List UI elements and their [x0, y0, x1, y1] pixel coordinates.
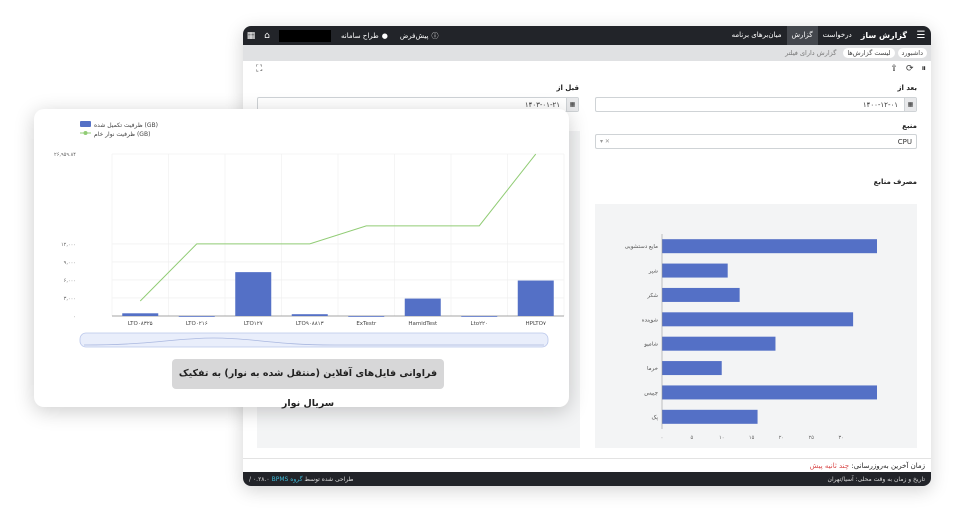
hbar-tick-label: ۵	[691, 435, 694, 441]
hbar-category-label: شوینده	[642, 317, 659, 323]
breadcrumb-report-list[interactable]: لیست گزارش‌ها	[843, 48, 895, 58]
user-icon: ●	[381, 31, 388, 40]
y-tick-label: ۲۶,۹۵۹.۸۴	[54, 152, 76, 158]
x-tick-label: LTO۱۲۷	[244, 321, 263, 327]
hbar-category-label: چیپس	[644, 390, 658, 396]
tape-bar	[122, 313, 159, 316]
x-tick-label: LTO۰۲۱۶	[186, 321, 208, 327]
chart-caption: فراوانی فایل‌های آفلاین (منتقل شده به نو…	[172, 359, 444, 409]
legend-line-marker	[83, 131, 88, 135]
calendar-icon[interactable]: ▦	[904, 98, 916, 111]
menu-item-shortcuts[interactable]: میان‌برهای برنامه	[727, 26, 787, 45]
tape-bar	[178, 316, 215, 317]
y-tick-label: ۱۲,۰۰۰	[61, 242, 76, 248]
last-refresh: زمان آخرین به‌روزرسانی: چند ثانیه پیش	[243, 458, 931, 472]
hbar-bar	[662, 409, 758, 424]
hbar-bar	[662, 336, 776, 351]
legend-line-label: ظرفیت نوار خام (GB)	[94, 131, 150, 138]
source-select[interactable]: CPU ✕ ▾	[595, 134, 917, 149]
hbar-bar	[662, 361, 722, 376]
before-date-value: ۱۴۰۳-۰۱-۲۱	[524, 100, 560, 109]
hbar-bar	[662, 312, 854, 327]
refresh-icon[interactable]: ⟳	[906, 64, 914, 74]
app-brand: گزارش ساز	[860, 31, 907, 40]
hbar-category-label: پک	[652, 414, 659, 421]
fullscreen-icon[interactable]: ⛶	[256, 64, 262, 74]
user-menu[interactable]: ● طراح سامانه	[335, 32, 394, 40]
after-label: بعد از	[897, 84, 918, 92]
x-tick-label: Lto۲۲۰	[471, 321, 488, 327]
after-date-field[interactable]: ۱۴۰۰-۱۲-۰۱ ▦	[595, 97, 917, 112]
default-selector[interactable]: ⓘ پیش‌فرض	[394, 31, 445, 41]
last-refresh-label: زمان آخرین به‌روزرسانی:	[851, 462, 925, 470]
y-tick-label: ۶,۰۰۰	[64, 278, 76, 284]
source-value: CPU	[897, 137, 912, 146]
source-label: منبع	[902, 122, 917, 130]
hbar-tick-label: ۱۵	[749, 435, 755, 441]
hbar-tick-label: ۲۵	[809, 435, 815, 441]
legend-bar-label: ظرفیت تکمیل شده (GB)	[94, 122, 158, 129]
company-link[interactable]: گروه BPMS	[272, 476, 303, 483]
apps-grid-icon[interactable]: ▦	[243, 31, 259, 41]
tape-chart-card: ظرفیت تکمیل شده (GB) ظرفیت نوار خام (GB) ۰…	[34, 109, 569, 409]
toolbar: ⏸ ⟳ ⇪ ⛶	[243, 62, 931, 76]
footer-bar: تاریخ و زمان به وقت محلی: آسیا/تهران طرا…	[243, 472, 931, 486]
hbar-category-label: شیر	[648, 269, 659, 275]
breadcrumb: داشبورد لیست گزارش‌ها گزارش دارای فیلتر	[243, 45, 931, 61]
hbar-tick-label: ۲۰	[779, 435, 784, 441]
redacted-box	[279, 29, 331, 42]
x-tick-label: HPLTO۷	[526, 321, 546, 327]
share-icon[interactable]: ⇪	[890, 64, 898, 74]
tape-bar	[461, 316, 498, 317]
tape-chart-svg: ظرفیت تکمیل شده (GB) ظرفیت نوار خام (GB) ۰…	[54, 121, 565, 348]
user-name: طراح سامانه	[341, 31, 379, 40]
tape-bar	[348, 316, 385, 317]
hbar-tick-label: ۱۰	[719, 435, 724, 441]
resource-usage-chart: پک چیپس خرما شامپو شوینده شکر شیر مایع دستشویی ۰…	[595, 204, 917, 448]
x-tick-label: HamidTest	[408, 321, 438, 327]
hbar-bar	[662, 287, 740, 302]
top-navbar: ☰ گزارش ساز درخواست گزارش میان‌برهای برن…	[243, 26, 931, 45]
y-tick-label: ۳,۰۰۰	[64, 296, 76, 302]
tape-bar	[291, 314, 328, 316]
hbar-bar	[662, 385, 877, 400]
x-tick-label: LTO۹۰۸۸۱۳	[296, 321, 324, 327]
home-icon[interactable]: ⌂	[259, 31, 275, 41]
x-tick-label: LTO۰۸۳۲۵	[128, 321, 153, 327]
hbar-bar	[662, 239, 877, 254]
clear-and-dropdown-icon[interactable]: ✕ ▾	[600, 138, 610, 145]
legend-bar-swatch	[80, 121, 91, 127]
y-tick-label: ۹,۰۰۰	[64, 260, 76, 266]
hbar-category-label: خرما	[647, 366, 658, 372]
designed-by: طراحی شده توسط	[304, 475, 354, 483]
tape-bar	[517, 280, 554, 316]
before-label: قبل از	[556, 84, 579, 92]
menu-item-request[interactable]: درخواست	[818, 26, 857, 45]
breadcrumb-dashboard[interactable]: داشبورد	[897, 48, 927, 58]
y-tick-label: ۰	[73, 314, 76, 320]
version: ۰.۲۸.۰ /	[249, 475, 270, 483]
hbar-tick-label: ۳۰	[838, 435, 843, 441]
hbar-category-label: شکر	[646, 292, 658, 299]
breadcrumb-current: گزارش دارای فیلتر	[785, 49, 837, 57]
last-refresh-value: چند ثانیه پیش	[809, 462, 850, 470]
tape-bar	[404, 298, 441, 316]
pause-icon[interactable]: ⏸	[921, 64, 926, 74]
tape-bar	[235, 272, 272, 316]
hbar-category-label: شامپو	[643, 342, 658, 348]
hbar-tick-label: ۰	[661, 435, 664, 441]
section-title: مصرف منابع	[873, 178, 917, 186]
x-tick-label: ExTestr	[356, 321, 377, 327]
after-date-value: ۱۴۰۰-۱۲-۰۱	[862, 100, 898, 109]
info-icon: ⓘ	[431, 31, 439, 40]
hbar-bar	[662, 263, 728, 278]
locale-text: تاریخ و زمان به وقت محلی: آسیا/تهران	[827, 475, 925, 483]
hbar-category-label: مایع دستشویی	[625, 244, 658, 250]
menu-item-report[interactable]: گزارش	[786, 26, 818, 45]
hamburger-menu-icon[interactable]: ☰	[911, 30, 931, 41]
default-label: پیش‌فرض	[399, 31, 429, 40]
resource-usage-svg: پک چیپس خرما شامپو شوینده شکر شیر مایع دستشویی ۰…	[625, 234, 877, 441]
